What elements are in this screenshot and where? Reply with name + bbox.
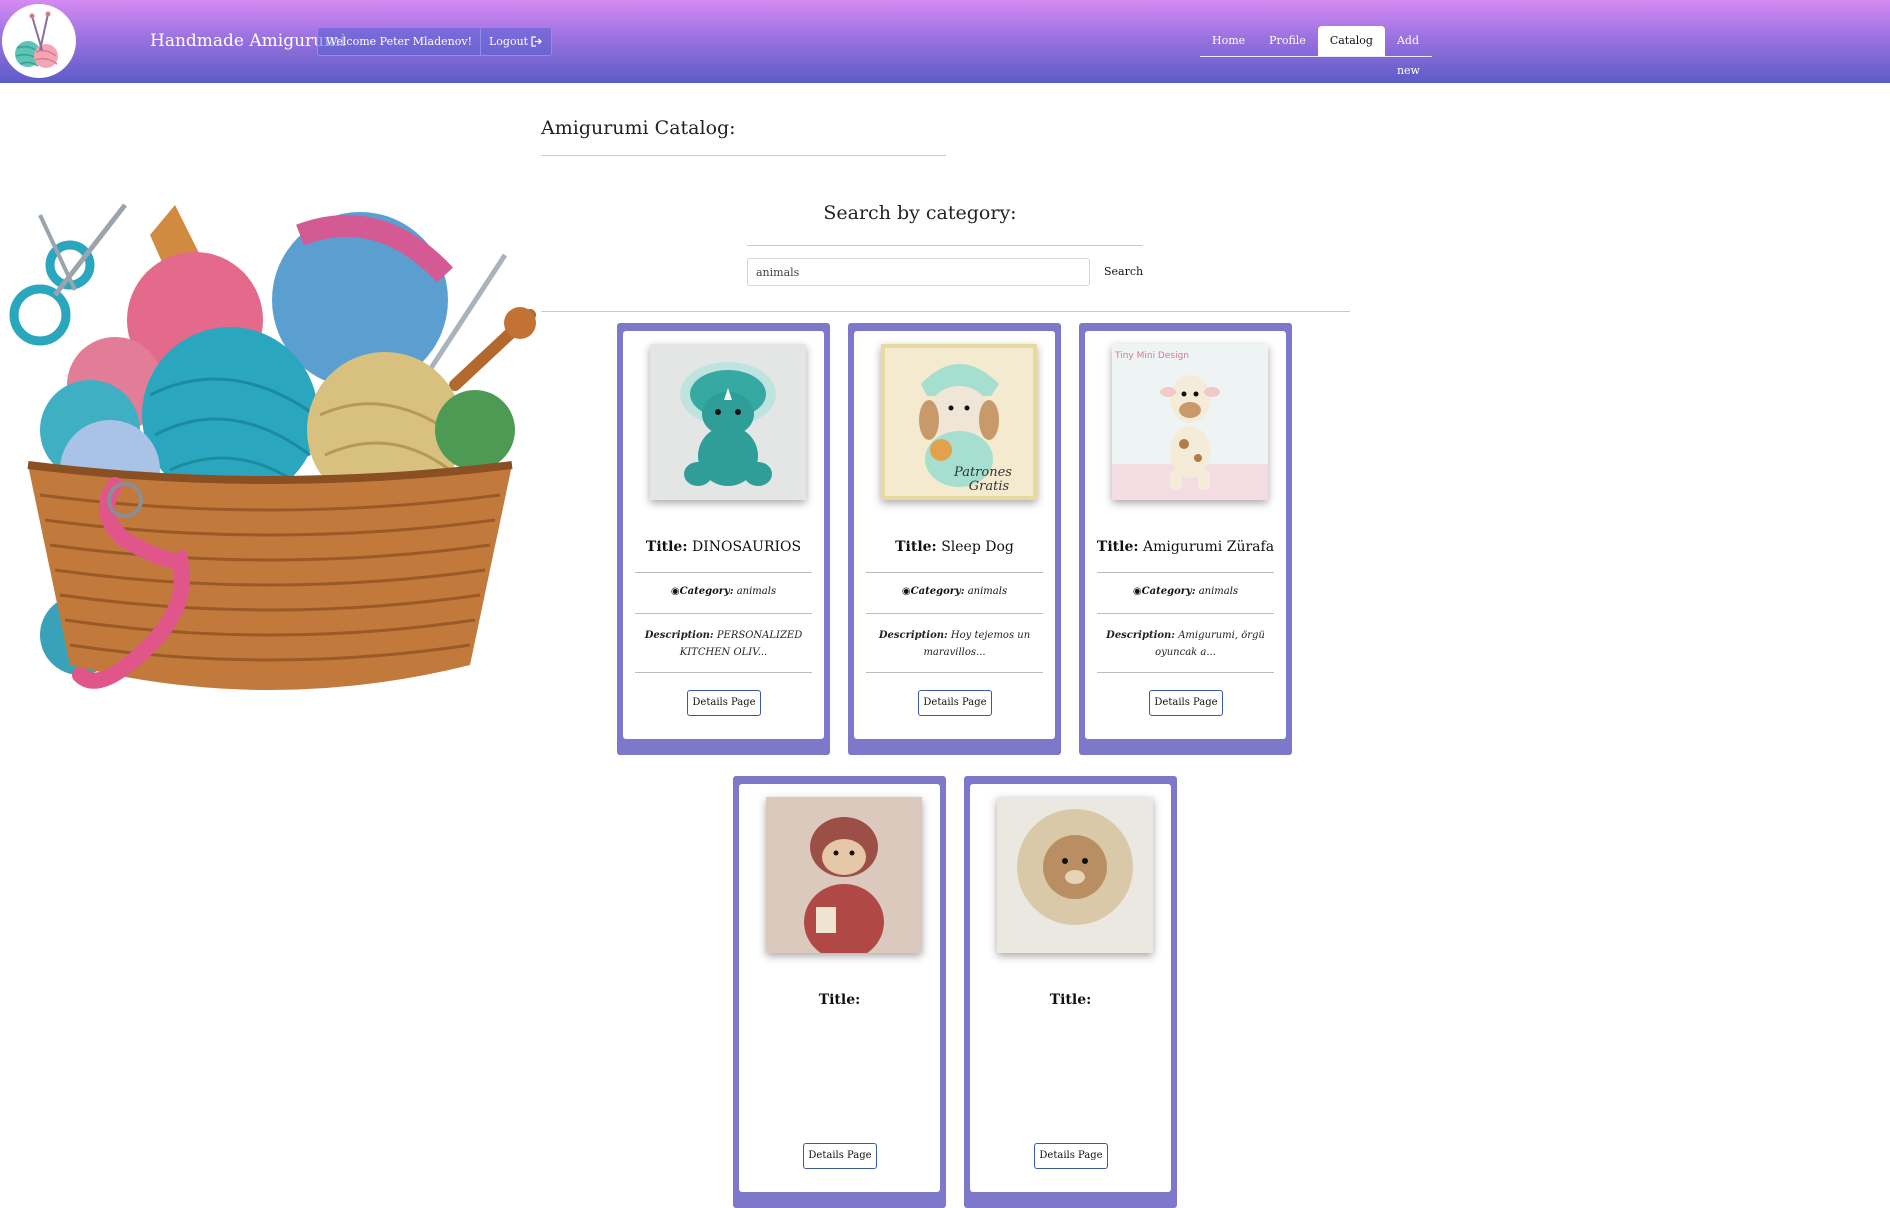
card-body: Title: Details Page	[970, 784, 1171, 1192]
catalog-card: Tiny Mini Design Title: Amigurumi Zürafa…	[1079, 323, 1292, 755]
category-radio-icon: ◉	[1132, 586, 1142, 597]
search-divider	[747, 245, 1143, 246]
card-title: Title: DINOSAURIOS	[645, 539, 802, 555]
card-title: Title: Sleep Dog	[895, 539, 1014, 555]
card-divider	[866, 672, 1043, 673]
details-page-button[interactable]: Details Page	[1034, 1143, 1108, 1169]
title-divider	[541, 155, 946, 156]
page-title: Amigurumi Catalog:	[541, 117, 736, 139]
logout-label: Logout	[489, 35, 529, 48]
card-image	[650, 344, 806, 500]
card-image	[997, 797, 1153, 953]
nav-home[interactable]: Home	[1200, 26, 1257, 56]
category-radio-icon: ◉	[901, 586, 911, 597]
top-navbar: Handmade Amigurumi Welcome Peter Mladeno…	[0, 0, 1890, 83]
category-radio-icon: ◉	[670, 586, 680, 597]
card-divider	[866, 572, 1043, 573]
svg-text:Tiny Mini Design: Tiny Mini Design	[1114, 351, 1189, 361]
card-image: Patrones Gratis	[881, 344, 1037, 500]
catalog-divider	[541, 311, 1350, 312]
card-divider	[635, 572, 812, 573]
card-title: Title:	[1049, 992, 1092, 1008]
user-button-group: Welcome Peter Mladenov! Logout	[317, 27, 553, 56]
nav-profile[interactable]: Profile	[1257, 26, 1318, 56]
card-image	[766, 797, 922, 953]
card-title: Title:	[818, 992, 861, 1008]
card-divider	[1097, 572, 1274, 573]
logout-button[interactable]: Logout	[481, 28, 551, 55]
details-page-button[interactable]: Details Page	[1149, 690, 1223, 716]
catalog-card: Patrones Gratis Title: Sleep Dog ◉Catego…	[848, 323, 1061, 755]
card-category: ◉Category: animals	[1132, 586, 1239, 597]
card-category: ◉Category: animals	[670, 586, 777, 597]
card-body: Patrones Gratis Title: Sleep Dog ◉Catego…	[854, 331, 1055, 739]
card-divider	[635, 672, 812, 673]
logo-yarn-icon[interactable]	[2, 4, 76, 78]
yarn-basket-illustration	[9, 203, 536, 690]
card-body: Title: DINOSAURIOS ◉Category: animals De…	[623, 331, 824, 739]
nav-catalog[interactable]: Catalog	[1317, 26, 1385, 56]
catalog-card: Title: DINOSAURIOS ◉Category: animals De…	[617, 323, 830, 755]
card-divider	[1097, 613, 1274, 614]
category-search-input[interactable]	[747, 258, 1090, 286]
details-page-button[interactable]: Details Page	[918, 690, 992, 716]
catalog-card: Title: Details Page	[733, 776, 946, 1208]
card-description: Description: Amigurumi, örgü oyuncak a..…	[1106, 630, 1265, 658]
logout-icon	[531, 36, 543, 47]
details-page-button[interactable]: Details Page	[803, 1143, 877, 1169]
card-description: Description: Hoy tejemos un maravillos..…	[878, 630, 1031, 658]
search-heading: Search by category:	[823, 202, 1017, 224]
svg-text:Patrones: Patrones	[953, 465, 1012, 480]
card-divider	[1097, 672, 1274, 673]
card-description: Description: PERSONALIZED KITCHEN OLIV..…	[644, 630, 803, 658]
card-divider	[866, 613, 1043, 614]
catalog-card: Title: Details Page	[964, 776, 1177, 1208]
details-page-button[interactable]: Details Page	[687, 690, 761, 716]
nav-add-new[interactable]: Add new	[1385, 26, 1432, 77]
svg-text:Gratis: Gratis	[969, 479, 1010, 494]
card-divider	[635, 613, 812, 614]
main-nav-tabs: Home Profile Catalog Add new	[1200, 25, 1432, 77]
card-body: Tiny Mini Design Title: Amigurumi Zürafa…	[1085, 331, 1286, 739]
search-button[interactable]: Search	[1096, 258, 1151, 286]
card-title: Title: Amigurumi Zürafa	[1096, 539, 1275, 555]
welcome-message: Welcome Peter Mladenov!	[318, 28, 481, 55]
card-image: Tiny Mini Design	[1112, 344, 1268, 500]
card-category: ◉Category: animals	[901, 586, 1008, 597]
card-body: Title: Details Page	[739, 784, 940, 1192]
